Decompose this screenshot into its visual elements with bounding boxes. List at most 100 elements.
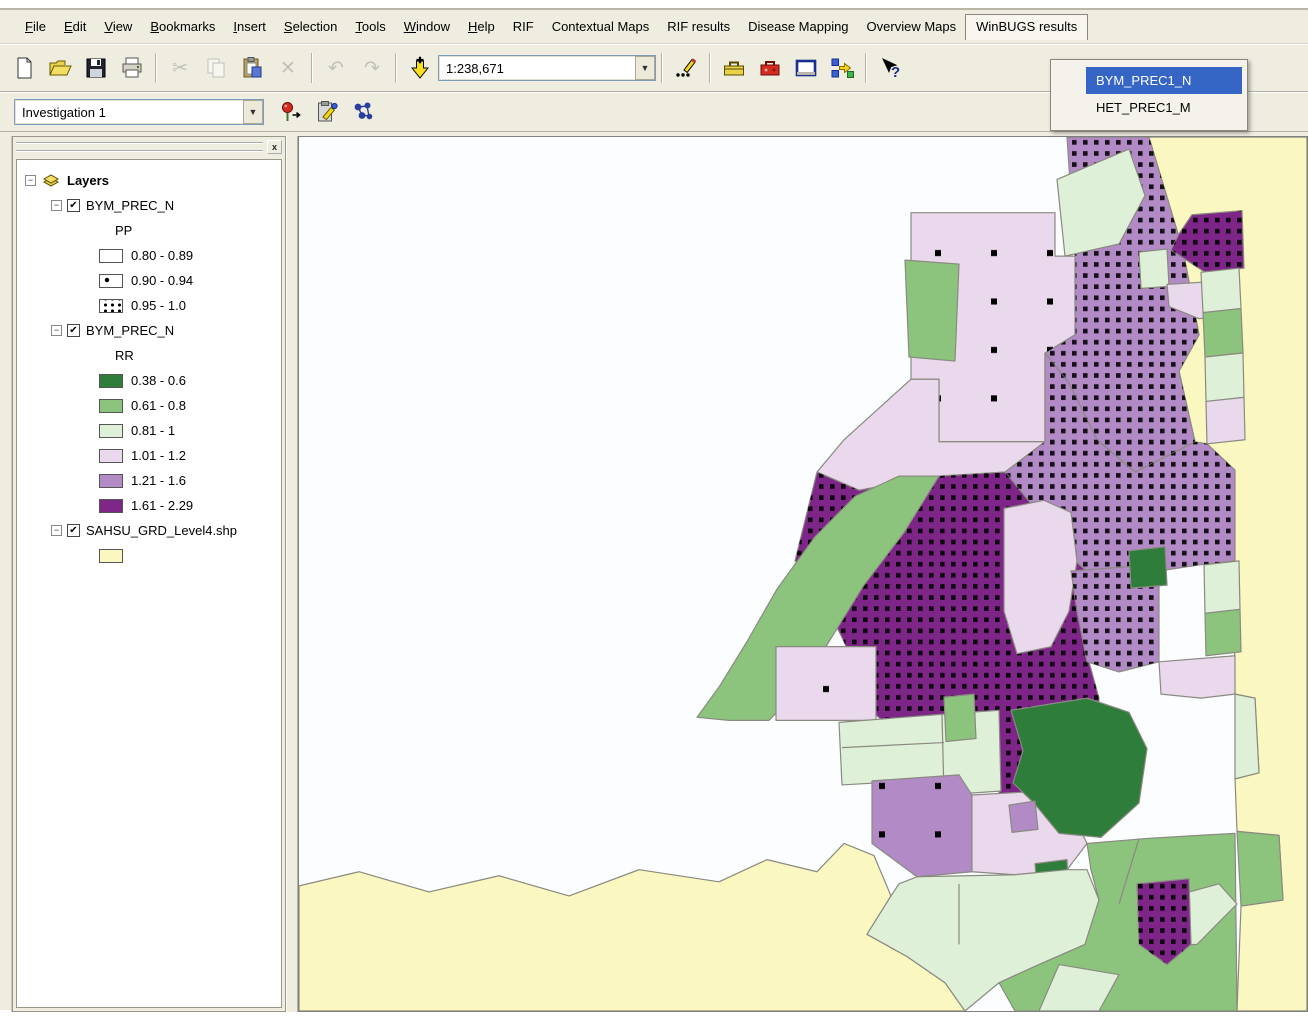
legend-class-row[interactable]: 0.95 - 1.0 bbox=[17, 293, 281, 318]
cluster-molecule-icon bbox=[351, 100, 375, 124]
print-button[interactable] bbox=[115, 52, 149, 84]
overview-window-icon bbox=[794, 56, 818, 80]
undo-arrow-icon: ↶ bbox=[328, 59, 344, 78]
copy-button[interactable] bbox=[199, 52, 233, 84]
map-region[interactable] bbox=[1235, 694, 1259, 779]
map-region[interactable] bbox=[1009, 801, 1038, 832]
legend-class-row[interactable]: 1.21 - 1.6 bbox=[17, 468, 281, 493]
layer-row[interactable]: − ✔ BYM_PREC_N bbox=[17, 318, 281, 343]
menu-winbugs-results[interactable]: WinBUGS results bbox=[965, 14, 1088, 40]
layer-checkbox[interactable]: ✔ bbox=[67, 324, 80, 337]
collapse-icon[interactable]: − bbox=[25, 175, 36, 186]
collapse-icon[interactable]: − bbox=[51, 200, 62, 211]
edit-investigation-button[interactable] bbox=[310, 96, 344, 128]
undo-button[interactable]: ↶ bbox=[319, 52, 353, 84]
map-region[interactable] bbox=[905, 260, 959, 361]
legend-class-row[interactable] bbox=[17, 543, 281, 568]
redo-arrow-icon: ↷ bbox=[364, 59, 380, 78]
menu-insert[interactable]: Insert bbox=[224, 15, 275, 38]
menu-bookmarks[interactable]: Bookmarks bbox=[141, 15, 224, 38]
layer-checkbox[interactable]: ✔ bbox=[67, 199, 80, 212]
overview-window-button[interactable] bbox=[789, 52, 823, 84]
toc-titlebar[interactable]: x bbox=[13, 137, 285, 157]
save-button[interactable] bbox=[79, 52, 113, 84]
legend-swatch-sahsu bbox=[99, 549, 123, 563]
collapse-icon[interactable]: − bbox=[51, 325, 62, 336]
legend-class-row[interactable]: 0.61 - 0.8 bbox=[17, 393, 281, 418]
legend-class-row[interactable]: 0.81 - 1 bbox=[17, 418, 281, 443]
toc-tree: − Layers − ✔ BYM_PREC_N PP 0.80 - 0 bbox=[16, 159, 282, 1008]
layer-row[interactable]: − ✔ SAHSU_GRD_Level4.shp bbox=[17, 518, 281, 543]
investigation-combo[interactable]: Investigation 1 ▼ bbox=[14, 99, 264, 125]
legend-class-label: 0.81 - 1 bbox=[131, 423, 175, 438]
map-view[interactable] bbox=[298, 136, 1308, 1012]
menu-view[interactable]: View bbox=[95, 15, 141, 38]
menu-rif-results[interactable]: RIF results bbox=[658, 15, 739, 38]
investigation-combo-value[interactable]: Investigation 1 bbox=[15, 100, 243, 124]
winbugs-results-dropdown-menu: BYM_PREC1_N HET_PREC1_M bbox=[1050, 59, 1248, 131]
pushpin-button[interactable] bbox=[274, 96, 308, 128]
model-builder-icon bbox=[830, 56, 854, 80]
legend-class-row[interactable]: 1.61 - 2.29 bbox=[17, 493, 281, 518]
menu-overview-maps[interactable]: Overview Maps bbox=[858, 15, 966, 38]
map-region[interactable] bbox=[1204, 561, 1240, 613]
menu-edit[interactable]: Edit bbox=[55, 15, 95, 38]
legend-class-label: 1.01 - 1.2 bbox=[131, 448, 186, 463]
menu-rif[interactable]: RIF bbox=[504, 15, 543, 38]
new-document-button[interactable] bbox=[7, 52, 41, 84]
open-folder-icon bbox=[48, 56, 72, 80]
map-region[interactable] bbox=[1139, 249, 1169, 288]
legend-class-row[interactable]: 0.90 - 0.94 bbox=[17, 268, 281, 293]
cut-button[interactable]: ✂ bbox=[163, 52, 197, 84]
toc-close-button[interactable]: x bbox=[267, 140, 282, 154]
redo-button[interactable]: ↷ bbox=[355, 52, 389, 84]
layer-checkbox[interactable]: ✔ bbox=[67, 524, 80, 537]
layer-row[interactable]: − ✔ BYM_PREC_N bbox=[17, 193, 281, 218]
toc-root-row[interactable]: − Layers bbox=[17, 168, 281, 193]
map-region[interactable] bbox=[1205, 609, 1241, 655]
menu-help[interactable]: Help bbox=[459, 15, 504, 38]
menu-contextual-maps[interactable]: Contextual Maps bbox=[543, 15, 659, 38]
menu-tools[interactable]: Tools bbox=[346, 15, 394, 38]
window-frame: File Edit View Bookmarks Insert Selectio… bbox=[0, 8, 1308, 1010]
arc-toolbox-button[interactable] bbox=[717, 52, 751, 84]
map-scale-dropdown-button[interactable]: ▼ bbox=[635, 56, 655, 80]
choropleth-map[interactable] bbox=[299, 137, 1307, 1011]
legend-class-row[interactable]: 0.80 - 0.89 bbox=[17, 243, 281, 268]
add-data-button[interactable] bbox=[403, 52, 437, 84]
map-region[interactable] bbox=[1129, 547, 1167, 588]
map-region[interactable] bbox=[1203, 309, 1243, 357]
menu-window[interactable]: Window bbox=[395, 15, 459, 38]
map-region[interactable] bbox=[1206, 397, 1245, 443]
svg-text:?: ? bbox=[891, 64, 900, 80]
dropdown-item-het[interactable]: HET_PREC1_M bbox=[1086, 94, 1242, 121]
open-button[interactable] bbox=[43, 52, 77, 84]
map-region[interactable] bbox=[1159, 656, 1235, 698]
map-scale-combo[interactable]: 1:238,671 ▼ bbox=[438, 55, 656, 81]
map-region[interactable] bbox=[944, 694, 976, 741]
layer-name: BYM_PREC_N bbox=[86, 198, 174, 213]
cluster-tool-button[interactable] bbox=[346, 96, 380, 128]
map-region[interactable] bbox=[1205, 353, 1244, 401]
legend-class-row[interactable]: 0.38 - 0.6 bbox=[17, 368, 281, 393]
map-region[interactable] bbox=[839, 714, 944, 785]
delete-button[interactable]: ✕ bbox=[271, 52, 305, 84]
investigation-dropdown-button[interactable]: ▼ bbox=[243, 100, 263, 124]
panel-splitter[interactable] bbox=[286, 136, 298, 1012]
layer-name: SAHSU_GRD_Level4.shp bbox=[86, 523, 237, 538]
editor-toolbar-button[interactable] bbox=[669, 52, 703, 84]
collapse-icon[interactable]: − bbox=[51, 525, 62, 536]
model-builder-button[interactable] bbox=[825, 52, 859, 84]
red-toolbox-button[interactable] bbox=[753, 52, 787, 84]
paste-button[interactable] bbox=[235, 52, 269, 84]
dropdown-item-bym[interactable]: BYM_PREC1_N bbox=[1086, 67, 1242, 94]
map-scale-value[interactable]: 1:238,671 bbox=[439, 56, 635, 80]
map-region[interactable] bbox=[1237, 831, 1283, 906]
toc-gripper[interactable] bbox=[16, 142, 263, 152]
whats-this-help-button[interactable]: ? bbox=[873, 52, 907, 84]
legend-class-row[interactable]: 1.01 - 1.2 bbox=[17, 443, 281, 468]
menu-selection[interactable]: Selection bbox=[275, 15, 346, 38]
menu-file[interactable]: File bbox=[16, 15, 55, 38]
menu-disease-mapping[interactable]: Disease Mapping bbox=[739, 15, 857, 38]
map-region[interactable] bbox=[1201, 268, 1241, 312]
